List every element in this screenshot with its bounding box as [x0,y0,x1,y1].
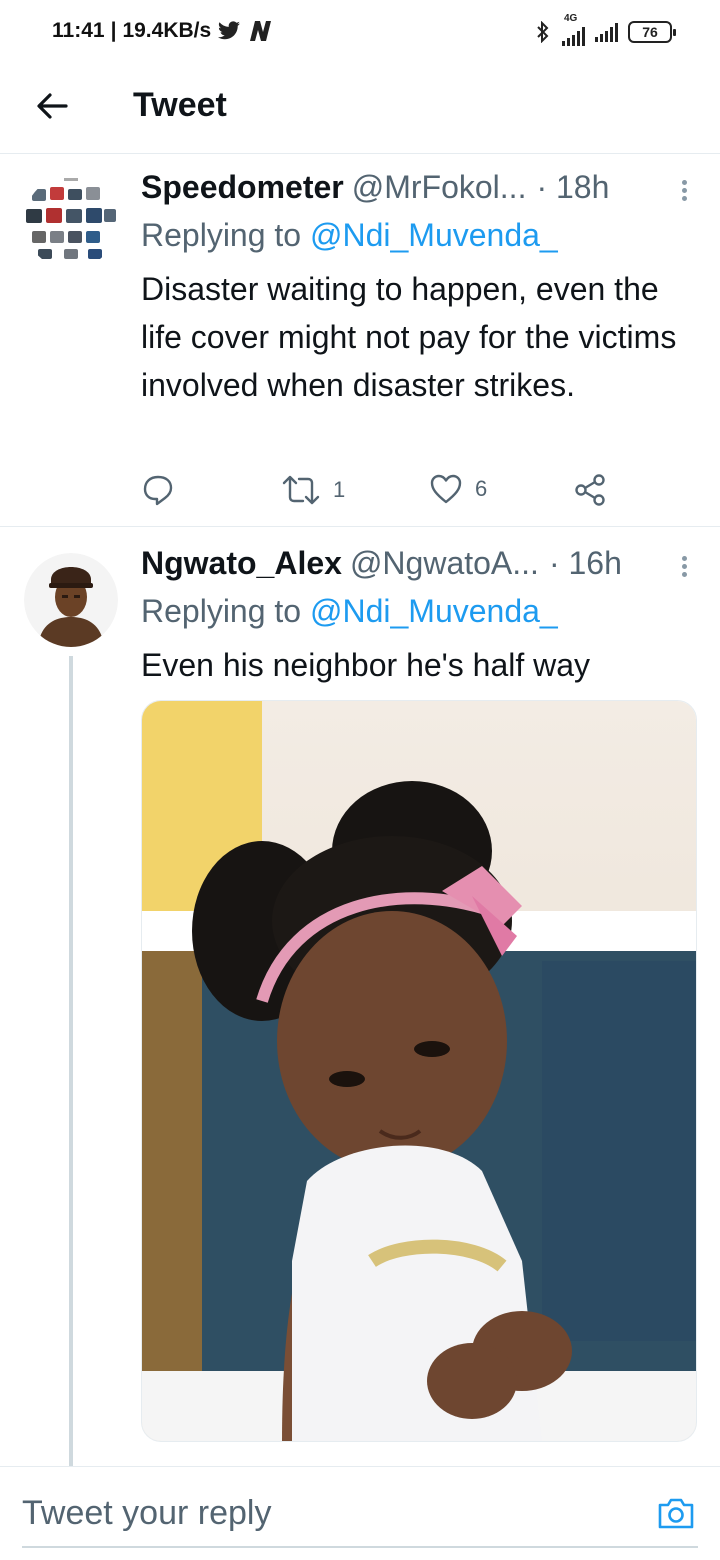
camera-icon[interactable] [656,1495,696,1531]
share-button[interactable] [573,473,607,507]
like-count: 6 [475,476,488,501]
child-photo-image [142,701,696,1441]
retweet-count: 1 [333,477,346,502]
twitter-bird-icon [218,21,241,40]
tweet-time: · 18h [536,169,610,205]
status-time: 11:41 [52,19,105,42]
network-tag: 4G [564,13,578,24]
tweet-header: Speedometer @MrFokol... · 18h [141,169,696,206]
page-title: Tweet [133,86,227,124]
battery-level: 76 [642,24,658,40]
avatar[interactable] [24,553,118,647]
top-header: Tweet [0,64,720,154]
author-name[interactable]: Ngwato_Alex [141,545,342,582]
n-app-icon [250,21,272,41]
status-bar: 11:41 | 19.4KB/s 4G 76 [0,0,720,64]
reply-input[interactable] [22,1491,622,1535]
replying-to: Replying to @Ndi_Muvenda_ [141,593,558,630]
tweet-text: Even his neighbor he's half way [141,647,591,683]
tweet-photo[interactable] [141,700,697,1442]
share-icon [575,474,605,506]
reply-bar [0,1466,720,1560]
author-name[interactable]: Speedometer [141,169,344,206]
heart-icon [430,474,462,504]
reply-icon [143,475,173,506]
avatar[interactable] [24,175,118,269]
replying-to: Replying to @Ndi_Muvenda_ [141,217,558,254]
replying-label: Replying to [141,593,302,629]
tweet-speedometer[interactable]: Speedometer @MrFokol... · 18h Replying t… [0,155,720,527]
reply-underline [22,1546,698,1548]
reply-button[interactable] [141,473,175,507]
engines-collage-image [24,175,118,269]
tweet-text: Disaster waiting to happen, even the lif… [141,271,677,403]
signal-bars-2-icon [595,22,618,42]
back-arrow-icon[interactable] [32,86,72,126]
replying-label: Replying to [141,217,302,253]
author-handle[interactable]: @MrFokol... [352,169,527,206]
status-separator: | [110,19,117,42]
status-speed: 19.4KB/s [122,19,212,42]
author-handle[interactable]: @NgwatoA... [350,545,539,582]
battery-indicator: 76 [628,21,676,43]
status-right: 4G 76 [536,14,676,46]
tweet-actions: 1 6 [141,473,621,513]
tweet-header: Ngwato_Alex @NgwatoA... · 16h [141,545,696,582]
bluetooth-icon [537,21,549,43]
more-options-icon[interactable] [682,553,690,580]
status-left: 11:41 | 19.4KB/s [52,19,273,43]
retweet-button[interactable]: 1 [281,473,345,507]
mention-link[interactable]: @Ndi_Muvenda_ [310,217,558,253]
mention-link[interactable]: @Ndi_Muvenda_ [310,593,558,629]
signal-4g: 4G [560,14,585,46]
thread-line [69,656,73,1466]
signal-bars-icon [562,26,585,46]
profile-photo-image [24,553,118,647]
more-options-icon[interactable] [682,177,690,204]
tweet-time: · 16h [548,545,622,581]
like-button[interactable]: 6 [429,473,487,505]
retweet-icon [282,475,320,505]
